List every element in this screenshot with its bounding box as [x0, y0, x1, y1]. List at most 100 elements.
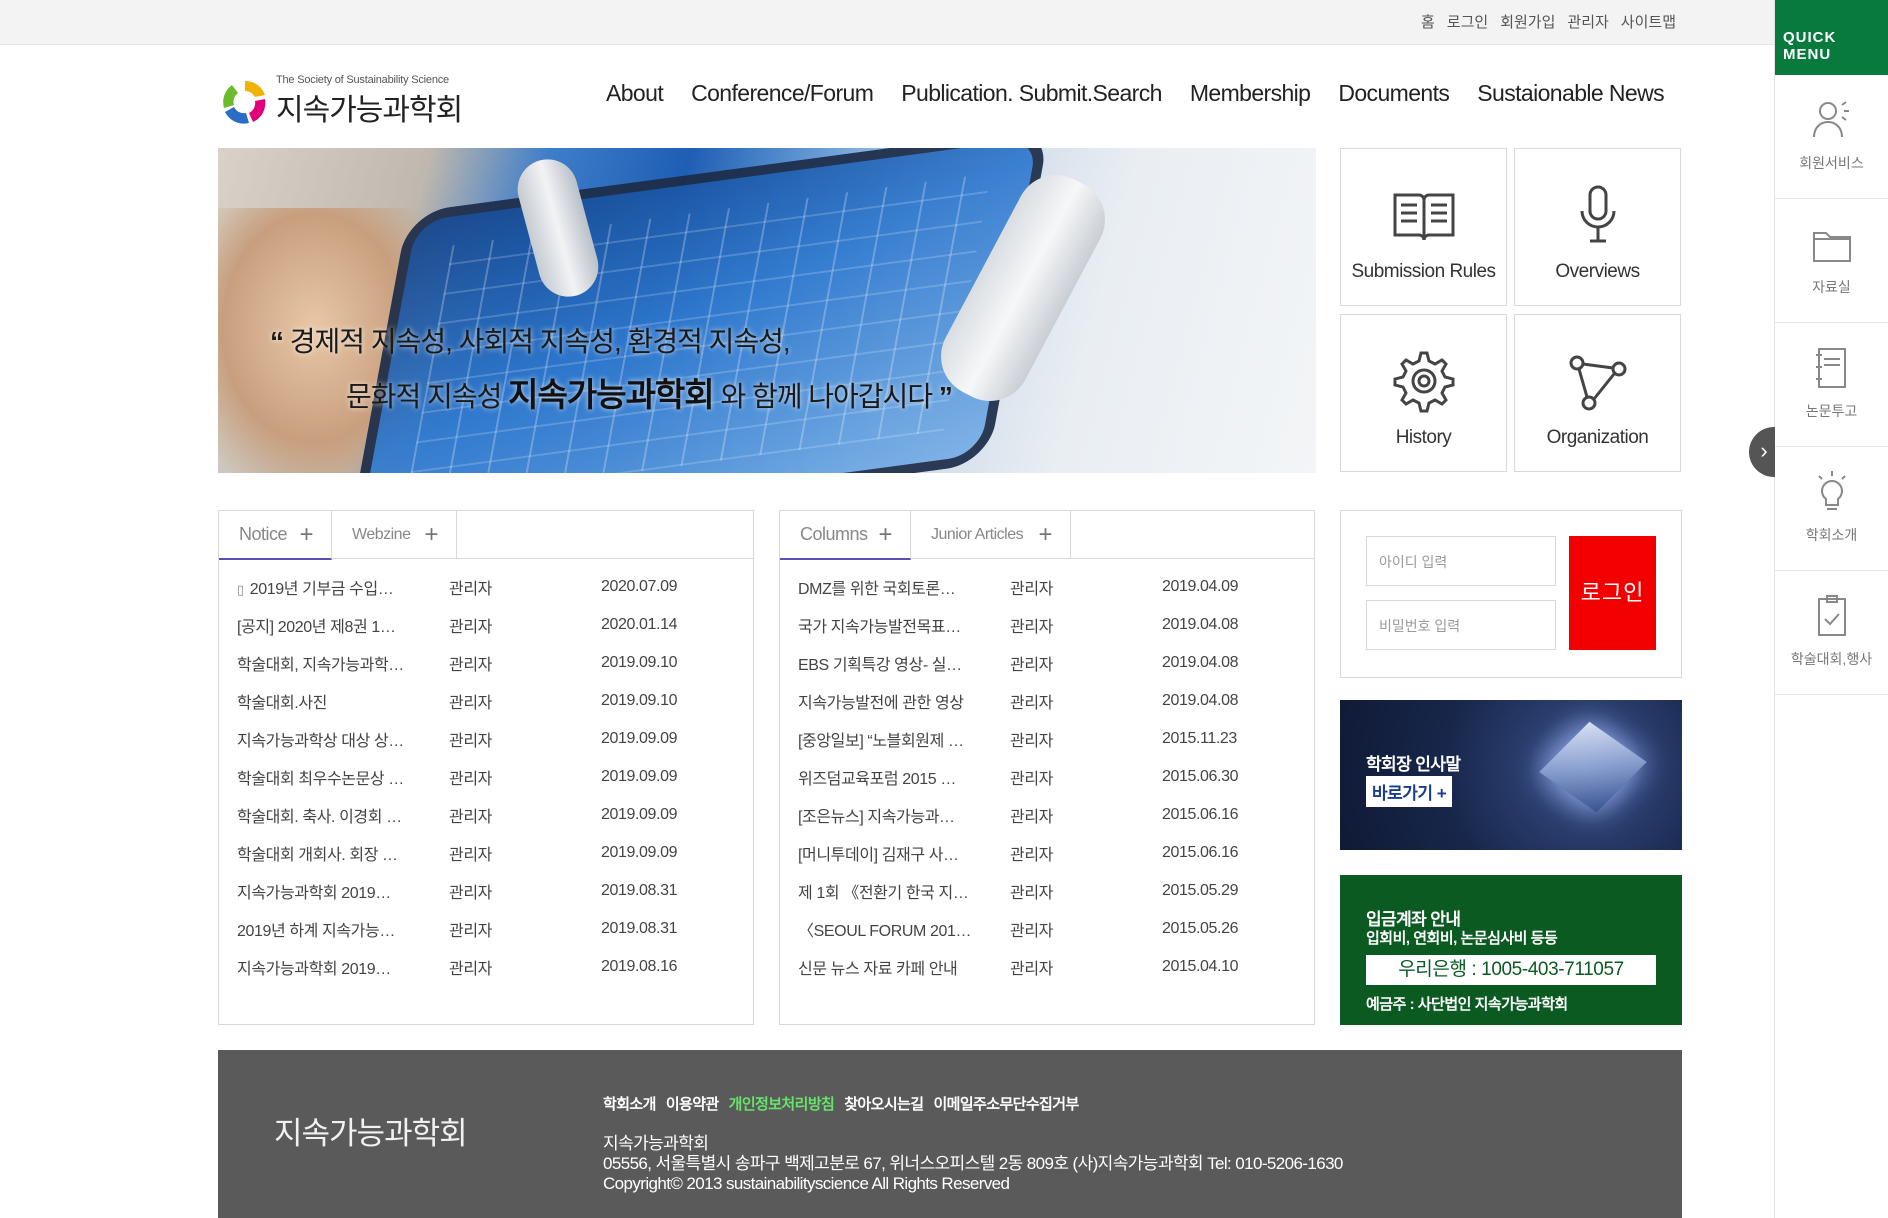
lightbulb-icon: [1817, 471, 1846, 510]
post-title[interactable]: DMZ를 위한 국회토론…: [780, 575, 1010, 599]
tab-notice[interactable]: Notice +: [219, 511, 332, 560]
tile-submission-rules[interactable]: Submission Rules: [1340, 148, 1507, 306]
post-date: 2015.11.23: [1162, 730, 1237, 747]
list-item[interactable]: [머니투데이] 김재구 사… 관리자 2015.06.16: [780, 834, 1314, 872]
login-button[interactable]: 로그인: [1569, 536, 1656, 650]
plus-icon[interactable]: +: [1038, 521, 1052, 549]
list-item[interactable]: [공지] 2020년 제8권 1… 관리자 2020.01.14: [219, 606, 753, 644]
post-title[interactable]: 학술대회 최우수논문상 …: [219, 765, 449, 789]
home-link[interactable]: 홈: [1421, 11, 1435, 32]
footer-link-about[interactable]: 학회소개: [603, 1093, 656, 1114]
tab-junior-articles[interactable]: Junior Articles +: [911, 511, 1071, 559]
list-item[interactable]: 신문 뉴스 자료 카페 안내 관리자 2015.04.10: [780, 948, 1314, 986]
post-title-text: 국가 지속가능발전목표…: [798, 619, 961, 636]
post-title[interactable]: 제 1회 《전환기 한국 지…: [780, 879, 1010, 903]
list-item[interactable]: 지속가능과학회 2019… 관리자 2019.08.31: [219, 872, 753, 910]
list-item[interactable]: 지속가능발전에 관한 영상 관리자 2019.04.08: [780, 682, 1314, 720]
plus-icon[interactable]: +: [299, 521, 313, 549]
greeting-title: 학회장 인사말: [1366, 755, 1461, 774]
post-title[interactable]: 학술대회.사진: [219, 689, 449, 713]
footer-link-terms[interactable]: 이용약관: [666, 1093, 719, 1114]
nav-publication[interactable]: Publication. Submit.Search: [901, 80, 1162, 107]
tile-organization[interactable]: Organization: [1514, 314, 1681, 472]
sitemap-link[interactable]: 사이트맵: [1621, 11, 1676, 32]
list-item[interactable]: 학술대회.사진 관리자 2019.09.10: [219, 682, 753, 720]
post-author: 관리자: [1010, 581, 1053, 598]
post-author: 관리자: [449, 771, 492, 788]
post-title-text: 제 1회 《전환기 한국 지…: [798, 885, 969, 902]
id-input[interactable]: 아이디 입력: [1366, 536, 1556, 586]
nav-conference-forum[interactable]: Conference/Forum: [691, 80, 874, 107]
footer-link-privacy[interactable]: 개인정보처리방침: [729, 1093, 835, 1114]
nav-about[interactable]: About: [606, 80, 664, 107]
post-title[interactable]: [공지] 2020년 제8권 1…: [219, 613, 449, 637]
list-item[interactable]: 〈SEOUL FORUM 201… 관리자 2015.05.26: [780, 910, 1314, 948]
post-author: 관리자: [1010, 695, 1053, 712]
plus-icon[interactable]: +: [424, 521, 438, 549]
site-logo[interactable]: The Society of Sustainability Science 지속…: [218, 74, 463, 129]
list-item[interactable]: ▯ 2019년 기부금 수입… 관리자 2020.07.09: [219, 568, 753, 606]
post-title[interactable]: [중앙일보] “노블회원제 …: [780, 727, 1010, 751]
microphone-icon: [1580, 185, 1615, 243]
post-title[interactable]: 학술대회 개회사. 회장 …: [219, 841, 449, 865]
list-item[interactable]: 2019년 하계 지속가능… 관리자 2019.08.31: [219, 910, 753, 948]
list-item[interactable]: EBS 기획특강 영상- 실… 관리자 2019.04.08: [780, 644, 1314, 682]
post-title[interactable]: 학술대회, 지속가능과학…: [219, 651, 449, 675]
quick-item-about[interactable]: 학회소개: [1775, 447, 1888, 571]
list-item[interactable]: 위즈덤교육포럼 2015 … 관리자 2015.06.30: [780, 758, 1314, 796]
post-title[interactable]: 위즈덤교육포럼 2015 …: [780, 765, 1010, 789]
post-title[interactable]: 〈SEOUL FORUM 201…: [780, 917, 1010, 941]
admin-link[interactable]: 관리자: [1567, 11, 1608, 32]
columns-board: Columns + Junior Articles + DMZ를 위한 국회토론…: [779, 510, 1315, 1025]
post-title-text: 지속가능과학상 대상 상…: [237, 733, 404, 750]
tab-webzine[interactable]: Webzine +: [332, 511, 457, 559]
nav-membership[interactable]: Membership: [1190, 80, 1311, 107]
login-link[interactable]: 로그인: [1447, 11, 1488, 32]
list-item[interactable]: 학술대회. 축사. 이경회 … 관리자 2019.09.09: [219, 796, 753, 834]
quick-item-member-service[interactable]: 회원서비스: [1775, 75, 1888, 199]
list-item[interactable]: 지속가능과학회 2019… 관리자 2019.08.16: [219, 948, 753, 986]
nav-sustainable-news[interactable]: Sustaionable News: [1477, 80, 1664, 107]
tile-overviews[interactable]: Overviews: [1514, 148, 1681, 306]
post-title[interactable]: 학술대회. 축사. 이경회 …: [219, 803, 449, 827]
post-author: 관리자: [1010, 657, 1053, 674]
quick-item-events[interactable]: 학술대회,행사: [1775, 571, 1888, 695]
post-title[interactable]: 신문 뉴스 자료 카페 안내: [780, 955, 1010, 979]
greeting-banner[interactable]: 학회장 인사말 바로가기 +: [1340, 700, 1682, 850]
signup-link[interactable]: 회원가입: [1500, 11, 1555, 32]
greeting-shortcut-button[interactable]: 바로가기 +: [1366, 776, 1453, 807]
post-title[interactable]: 국가 지속가능발전목표…: [780, 613, 1010, 637]
post-title[interactable]: 지속가능과학상 대상 상…: [219, 727, 449, 751]
footer-link-directions[interactable]: 찾아오시는길: [844, 1093, 924, 1114]
list-item[interactable]: 학술대회 개회사. 회장 … 관리자 2019.09.09: [219, 834, 753, 872]
post-title[interactable]: ▯ 2019년 기부금 수입…: [219, 575, 449, 599]
post-title-text: 신문 뉴스 자료 카페 안내: [798, 961, 958, 978]
quick-item-paper-submit[interactable]: 논문투고: [1775, 323, 1888, 447]
list-item[interactable]: 학술대회 최우수논문상 … 관리자 2019.09.09: [219, 758, 753, 796]
tab-columns[interactable]: Columns +: [780, 511, 911, 560]
list-item[interactable]: DMZ를 위한 국회토론… 관리자 2019.04.09: [780, 568, 1314, 606]
nav-documents[interactable]: Documents: [1338, 80, 1450, 107]
list-item[interactable]: 지속가능과학상 대상 상… 관리자 2019.09.09: [219, 720, 753, 758]
post-title[interactable]: EBS 기획특강 영상- 실…: [780, 651, 1010, 675]
post-title-text: 학술대회 최우수논문상 …: [237, 771, 404, 788]
post-title[interactable]: [조은뉴스] 지속가능과…: [780, 803, 1010, 827]
password-input[interactable]: 비밀번호 입력: [1366, 600, 1556, 650]
post-date: 2020.01.14: [601, 616, 678, 633]
post-title[interactable]: 지속가능발전에 관한 영상: [780, 689, 1010, 713]
post-title-text: 학술대회.사진: [237, 695, 327, 712]
post-title[interactable]: 2019년 하계 지속가능…: [219, 917, 449, 941]
tile-history[interactable]: History: [1340, 314, 1507, 472]
list-item[interactable]: [조은뉴스] 지속가능과… 관리자 2015.06.16: [780, 796, 1314, 834]
list-item[interactable]: [중앙일보] “노블회원제 … 관리자 2015.11.23: [780, 720, 1314, 758]
post-title[interactable]: 지속가능과학회 2019…: [219, 879, 449, 903]
quick-menu-toggle[interactable]: ›: [1749, 427, 1775, 477]
post-title[interactable]: 지속가능과학회 2019…: [219, 955, 449, 979]
list-item[interactable]: 국가 지속가능발전목표… 관리자 2019.04.08: [780, 606, 1314, 644]
list-item[interactable]: 학술대회, 지속가능과학… 관리자 2019.09.10: [219, 644, 753, 682]
footer-link-email-policy[interactable]: 이메일주소무단수집거부: [933, 1093, 1079, 1114]
list-item[interactable]: 제 1회 《전환기 한국 지… 관리자 2015.05.29: [780, 872, 1314, 910]
quick-item-archive[interactable]: 자료실: [1775, 199, 1888, 323]
post-title[interactable]: [머니투데이] 김재구 사…: [780, 841, 1010, 865]
plus-icon[interactable]: +: [878, 521, 892, 549]
